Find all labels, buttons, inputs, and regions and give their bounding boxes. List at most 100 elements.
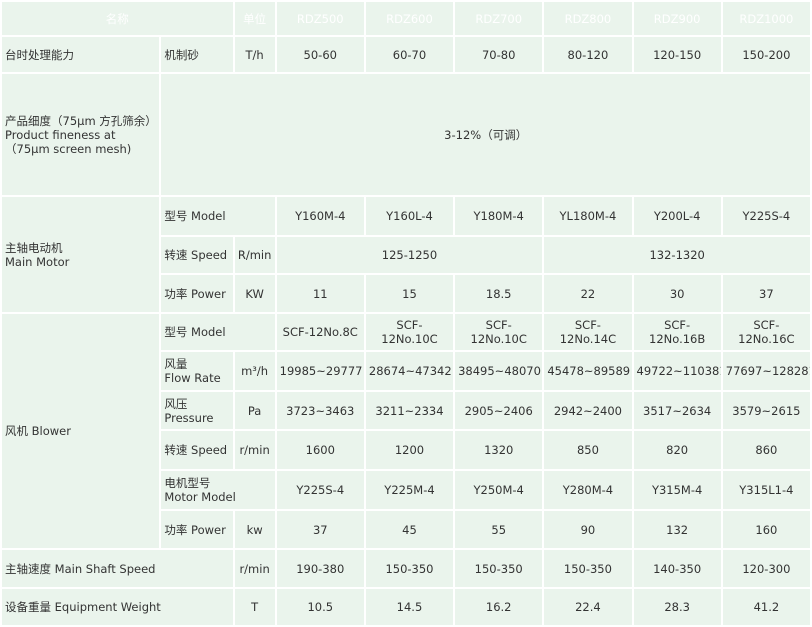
motor-model-value: Y160L-4: [365, 197, 454, 235]
blower-speed-value: 820: [633, 431, 721, 469]
shaft-speed-label: 主轴速度 Main Shaft Speed: [2, 550, 233, 587]
capacity-sub-label: 机制砂: [161, 37, 233, 72]
blower-group-label: 风机 Blower: [2, 314, 160, 548]
capacity-value: 150-200: [722, 37, 810, 72]
motor-speed-unit: R/min: [234, 237, 275, 273]
blower-model-label: 型号 Model: [161, 314, 275, 350]
motor-model-value: Y200L-4: [633, 197, 721, 235]
blower-pressure-label-cn: 风压: [164, 396, 188, 411]
capacity-value: 70-80: [455, 37, 543, 72]
blower-flow-label-en: Flow Rate: [164, 371, 221, 385]
blower-pressure-value: 2942~2400: [544, 392, 632, 429]
motor-power-value: 15: [365, 275, 454, 312]
blower-motor-model-label-cn: 电机型号: [164, 476, 211, 490]
blower-pressure-value: 3211~2334: [365, 392, 454, 429]
motor-power-value: 30: [633, 275, 721, 312]
weight-value: 22.4: [544, 589, 632, 625]
capacity-value: 80-120: [544, 37, 632, 72]
shaft-speed-value: 150-350: [455, 550, 543, 587]
blower-speed-unit: r/min: [234, 431, 275, 469]
blower-power-value: 90: [544, 511, 632, 548]
motor-label-en: Main Motor: [5, 254, 70, 269]
blower-flow-value: 19985~29777: [276, 352, 364, 390]
blower-pressure-value: 3723~3463: [276, 392, 364, 429]
blower-power-value: 45: [365, 511, 454, 548]
specification-table: 名称 单位 RDZ500 RDZ600 RDZ700 RDZ800 RDZ900…: [0, 0, 812, 627]
blower-power-value: 37: [276, 511, 364, 548]
motor-power-label: 功率 Power: [161, 275, 233, 312]
blower-flow-unit: m³/h: [234, 352, 275, 390]
motor-speed-value-b: 132-1320: [544, 237, 810, 273]
blower-motor-model-label: 电机型号 Motor Model: [161, 471, 275, 509]
header-model-rdz600: RDZ600: [365, 2, 454, 35]
blower-speed-label: 转速 Speed: [161, 431, 233, 469]
header-model-rdz700: RDZ700: [455, 2, 543, 35]
shaft-speed-row: 主轴速度 Main Shaft Speed r/min 190-380 150-…: [2, 550, 810, 587]
blower-speed-value: 1200: [365, 431, 454, 469]
shaft-speed-value: 190-380: [276, 550, 364, 587]
motor-power-value: 37: [722, 275, 810, 312]
capacity-value: 120-150: [633, 37, 721, 72]
motor-group-label: 主轴电动机 Main Motor: [2, 197, 160, 312]
shaft-speed-unit: r/min: [234, 550, 275, 587]
blower-pressure-value: 3517~2634: [633, 392, 721, 429]
blower-motor-model-value: Y250M-4: [455, 471, 543, 509]
weight-value: 16.2: [455, 589, 543, 625]
blower-model-value: SCF-12No.8C: [276, 314, 364, 350]
fineness-label: 产品细度（75μm 方孔筛余） Product fineness at （75μ…: [2, 74, 160, 195]
motor-model-value: Y180M-4: [455, 197, 543, 235]
blower-power-value: 55: [455, 511, 543, 548]
blower-speed-value: 1320: [455, 431, 543, 469]
weight-value: 41.2: [722, 589, 810, 625]
capacity-row: 台时处理能力 机制砂 T/h 50-60 60-70 70-80 80-120 …: [2, 37, 810, 72]
blower-flow-value: 49722~110381: [633, 352, 721, 390]
motor-label-cn: 主轴电动机: [5, 240, 63, 255]
blower-flow-label: 风量 Flow Rate: [161, 352, 233, 390]
blower-model-value: SCF-12No.16C: [722, 314, 810, 350]
blower-model-row: 风机 Blower 型号 Model SCF-12No.8C SCF-12No.…: [2, 314, 810, 548]
header-model-rdz800: RDZ800: [544, 2, 632, 35]
fineness-value: 3-12%（可调）: [161, 74, 810, 195]
blower-flow-value: 77697~128281: [722, 352, 810, 390]
blower-model-value: SCF-12No.10C: [365, 314, 454, 350]
header-model-rdz900: RDZ900: [633, 2, 721, 35]
header-unit: 单位: [234, 2, 275, 35]
motor-speed-label: 转速 Speed: [161, 237, 233, 273]
motor-power-value: 18.5: [455, 275, 543, 312]
weight-value: 10.5: [276, 589, 364, 625]
blower-motor-model-label-en: Motor Model: [164, 490, 236, 504]
motor-model-value: YL180M-4: [544, 197, 632, 235]
capacity-unit: T/h: [234, 37, 275, 72]
blower-motor-model-value: Y225S-4: [276, 471, 364, 509]
shaft-speed-value: 150-350: [544, 550, 632, 587]
blower-flow-value: 28674~47342: [365, 352, 454, 390]
shaft-speed-value: 150-350: [365, 550, 454, 587]
motor-model-value: Y160M-4: [276, 197, 364, 235]
blower-pressure-label-en: Pressure: [164, 410, 214, 425]
weight-label: 设备重量 Equipment Weight: [2, 589, 233, 625]
blower-power-unit: kw: [234, 511, 275, 548]
motor-model-row: 主轴电动机 Main Motor 型号 Model Y160M-4 Y160L-…: [2, 197, 810, 312]
blower-pressure-value: 3579~2615: [722, 392, 810, 429]
motor-power-value: 11: [276, 275, 364, 312]
blower-power-label: 功率 Power: [161, 511, 233, 548]
header-row: 名称 单位 RDZ500 RDZ600 RDZ700 RDZ800 RDZ900…: [2, 2, 810, 35]
capacity-value: 60-70: [365, 37, 454, 72]
weight-value: 14.5: [365, 589, 454, 625]
motor-speed-value-a: 125-1250: [276, 237, 543, 273]
blower-motor-model-value: Y315L1-4: [722, 471, 810, 509]
blower-motor-model-value: Y225M-4: [365, 471, 454, 509]
weight-row: 设备重量 Equipment Weight T 10.5 14.5 16.2 2…: [2, 589, 810, 625]
capacity-value: 50-60: [276, 37, 364, 72]
header-model-rdz1000: RDZ1000: [722, 2, 810, 35]
fineness-row: 产品细度（75μm 方孔筛余） Product fineness at （75μ…: [2, 74, 810, 195]
capacity-label: 台时处理能力: [2, 37, 160, 72]
fineness-label-cn: 产品细度（75μm 方孔筛余）: [5, 113, 157, 128]
motor-power-unit: KW: [234, 275, 275, 312]
fineness-label-en-2: （75μm screen mesh): [5, 141, 132, 156]
shaft-speed-value: 120-300: [722, 550, 810, 587]
blower-motor-model-value: Y315M-4: [633, 471, 721, 509]
shaft-speed-value: 140-350: [633, 550, 721, 587]
motor-power-value: 22: [544, 275, 632, 312]
blower-speed-value: 1600: [276, 431, 364, 469]
